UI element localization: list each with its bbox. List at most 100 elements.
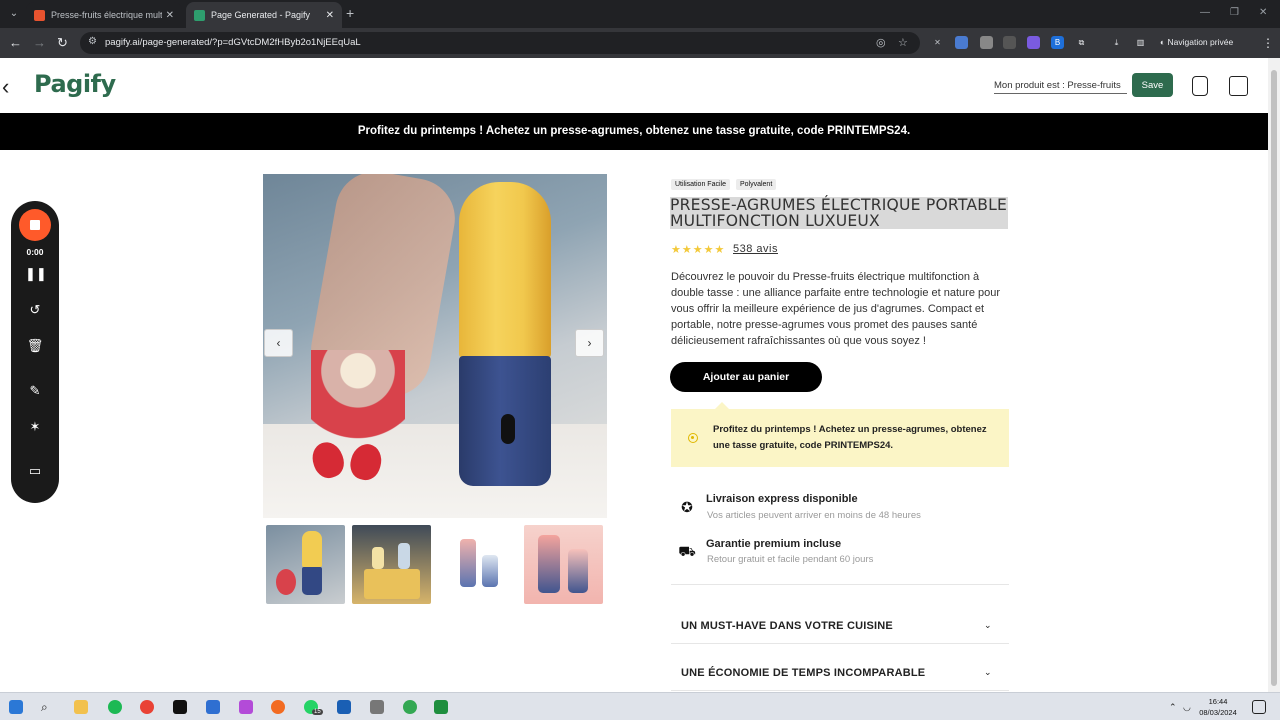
pause-icon[interactable]: ❚❚ (25, 265, 47, 283)
page-scrollbar[interactable] (1268, 58, 1280, 692)
incognito-icon: ◐ (1160, 37, 1168, 47)
spotify-icon[interactable] (108, 700, 122, 714)
browser-tab-presse-fruits[interactable]: Presse-fruits électrique multifonctio ✕ (26, 2, 182, 28)
product-description[interactable]: Découvrez le pouvoir du Presse-fruits él… (671, 269, 1009, 349)
pen-icon[interactable]: ✎ (25, 382, 45, 400)
puzzle-extensions-icon[interactable]: ⧉ (1075, 36, 1088, 49)
stop-recording-button[interactable] (19, 209, 51, 241)
effects-icon[interactable]: ✶ (25, 418, 45, 436)
tag: Polyvalent (735, 179, 777, 190)
product-prompt-input[interactable] (994, 78, 1127, 94)
forward-icon[interactable]: → (33, 35, 46, 51)
tag: Utilisation Facile (671, 179, 730, 190)
product-title[interactable]: PRESSE-AGRUMES ÉLECTRIQUE PORTABLE MULTI… (670, 197, 1008, 229)
app-icon[interactable] (337, 700, 351, 714)
gallery-next-button[interactable]: › (575, 329, 604, 357)
tab-search-icon[interactable]: ⌄ (6, 6, 22, 22)
accordion-title[interactable]: UN MUST-HAVE DANS VOTRE CUISINE (681, 620, 893, 632)
mobile-preview-icon[interactable] (1192, 76, 1208, 96)
eye-off-icon[interactable]: ◎ (876, 36, 886, 49)
extension-b-icon[interactable]: B (1051, 36, 1064, 49)
promo-banner: Profitez du printemps ! Achetez un press… (0, 113, 1268, 150)
chevron-up-icon[interactable]: ⌃ (1169, 700, 1183, 714)
extension-icon[interactable] (955, 36, 968, 49)
product-main-image (263, 174, 607, 518)
search-icon[interactable]: ⌕ (41, 700, 55, 714)
bookmark-star-icon[interactable]: ☆ (898, 36, 908, 49)
recording-timer: 0:00 (26, 247, 44, 257)
file-explorer-icon[interactable] (74, 700, 88, 714)
slack-icon[interactable] (239, 700, 253, 714)
gallery-thumbnail[interactable] (266, 525, 345, 604)
callout-text: Profitez du printemps ! Achetez un press… (713, 424, 987, 451)
reviews-link[interactable]: 538 avis (733, 243, 778, 255)
divider (671, 584, 1009, 585)
feature-subtitle: Vos articles peuvent arriver en moins de… (707, 510, 921, 521)
extension-icon[interactable] (980, 36, 993, 49)
download-icon[interactable]: ⤓ (1110, 36, 1123, 49)
back-arrow-icon[interactable]: ‹ (2, 74, 9, 100)
incognito-indicator[interactable]: ◐ Navigation privée (1160, 37, 1233, 47)
product-tags: Utilisation Facile Polyvalent (671, 179, 777, 190)
new-tab-icon[interactable]: + (346, 6, 354, 20)
radio-dot-icon (688, 433, 698, 443)
promo-callout: Profitez du printemps ! Achetez un press… (671, 409, 1009, 467)
divider (671, 643, 1009, 644)
notifications-icon[interactable] (1252, 700, 1266, 714)
close-window-icon[interactable]: ✕ (1259, 7, 1267, 18)
close-tab-icon[interactable]: ✕ (326, 10, 334, 21)
app-icon[interactable] (434, 700, 448, 714)
divider (671, 690, 1009, 691)
extension-icon[interactable] (1003, 36, 1016, 49)
tab-title: Presse-fruits électrique multifonctio (51, 10, 162, 20)
clock-time: 16:44 (1208, 697, 1228, 706)
chrome-icon[interactable] (140, 700, 154, 714)
export-document-icon[interactable] (1229, 76, 1248, 96)
chrome-profile-icon[interactable] (403, 700, 417, 714)
trash-icon[interactable]: 🗑 (25, 337, 45, 355)
pagify-favicon-icon (194, 9, 205, 21)
add-to-cart-button[interactable]: Ajouter au panier (670, 362, 822, 392)
save-button[interactable]: Save (1132, 73, 1173, 97)
app-icon[interactable] (206, 700, 220, 714)
firefox-icon[interactable] (271, 700, 285, 714)
extension-icon[interactable] (1027, 36, 1040, 49)
feature-subtitle: Retour gratuit et facile pendant 60 jour… (707, 554, 874, 565)
delivery-truck-icon: ⛟ (678, 543, 696, 559)
accordion-title[interactable]: UNE ÉCONOMIE DE TEMPS INCOMPARABLE (681, 667, 925, 679)
back-icon[interactable]: ← (9, 35, 22, 51)
camera-icon[interactable]: ▭ (25, 462, 45, 480)
pagify-logo[interactable]: Pagify (34, 70, 116, 98)
close-tab-icon[interactable]: ✕ (166, 10, 174, 21)
browser-menu-icon[interactable]: ⋮ (1262, 35, 1274, 51)
site-info-icon[interactable]: ⚙ (88, 36, 97, 47)
browser-tab-pagify[interactable]: Page Generated - Pagify ✕ (186, 2, 342, 28)
browser-tab-bar: ⌄ Presse-fruits électrique multifonctio … (0, 0, 1280, 28)
chevron-down-icon[interactable]: ⌄ (984, 667, 992, 678)
wifi-icon[interactable]: ◡ (1183, 700, 1197, 714)
address-bar[interactable]: ⚙ pagify.ai/page-generated/?p=dGVtcDM2fH… (80, 32, 920, 54)
feature-title: Livraison express disponible (706, 493, 858, 505)
reload-icon[interactable]: ↻ (57, 35, 68, 51)
taskbar-clock[interactable]: 16:44 08/03/2024 (1198, 696, 1238, 718)
scrollbar-thumb[interactable] (1271, 70, 1277, 686)
app-icon[interactable] (370, 700, 384, 714)
gallery-prev-button[interactable]: ‹ (264, 329, 293, 357)
gallery-thumbnail[interactable] (352, 525, 431, 604)
side-panel-icon[interactable]: ▥ (1134, 36, 1147, 49)
notion-icon[interactable] (173, 700, 187, 714)
extension-x-icon[interactable]: ✕ (931, 36, 944, 49)
tab-title: Page Generated - Pagify (211, 10, 311, 20)
windows-start-icon[interactable] (9, 700, 23, 714)
chevron-down-icon[interactable]: ⌄ (984, 620, 992, 631)
screen-recorder-toolbar: 0:00 ❚❚ ↺ 🗑 ✎ ✶ ▭ (11, 201, 59, 503)
restart-icon[interactable]: ↺ (25, 301, 45, 319)
incognito-label: Navigation privée (1167, 37, 1234, 47)
gallery-thumbnail[interactable] (438, 525, 517, 604)
gallery-thumbnail[interactable] (524, 525, 603, 604)
minimize-icon[interactable]: — (1200, 7, 1210, 18)
notification-badge: 15 (312, 709, 323, 715)
browser-toolbar: ← → ↻ ⚙ pagify.ai/page-generated/?p=dGVt… (0, 28, 1280, 58)
restore-icon[interactable]: ❐ (1230, 7, 1239, 18)
windows-taskbar: ⌕ 15 ⌃ ◡ 16:44 08/03/2024 (0, 692, 1280, 720)
